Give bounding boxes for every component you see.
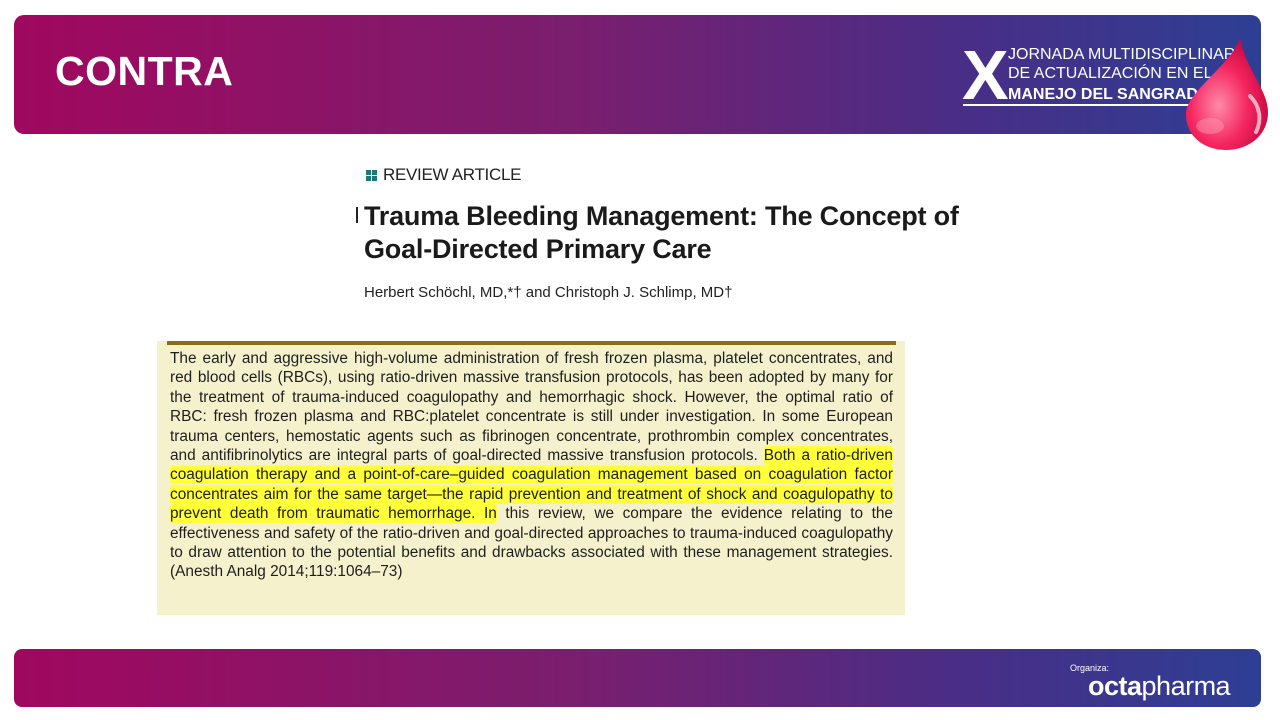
- octapharma-logo-regular: pharma: [1141, 671, 1231, 701]
- article-authors: Herbert Schöchl, MD,*† and Christoph J. …: [364, 284, 733, 301]
- abstract-text: The early and aggressive high-volume adm…: [170, 349, 893, 582]
- article-title: Trauma Bleeding Management: The Concept …: [364, 201, 959, 264]
- octapharma-logo-bold: octa: [1088, 671, 1142, 701]
- review-article-icon: [366, 170, 377, 181]
- abstract-top-rule: [167, 341, 896, 345]
- footer-banner: [14, 649, 1261, 707]
- slide-title: CONTRA: [55, 48, 234, 94]
- section-label: REVIEW ARTICLE: [383, 165, 522, 184]
- event-logo-underline: [963, 104, 1209, 106]
- octapharma-logo: octapharma: [1088, 671, 1231, 702]
- event-logo-numeral: X: [962, 36, 1009, 114]
- title-marker: [356, 207, 358, 223]
- blood-drop-icon: [1186, 38, 1268, 150]
